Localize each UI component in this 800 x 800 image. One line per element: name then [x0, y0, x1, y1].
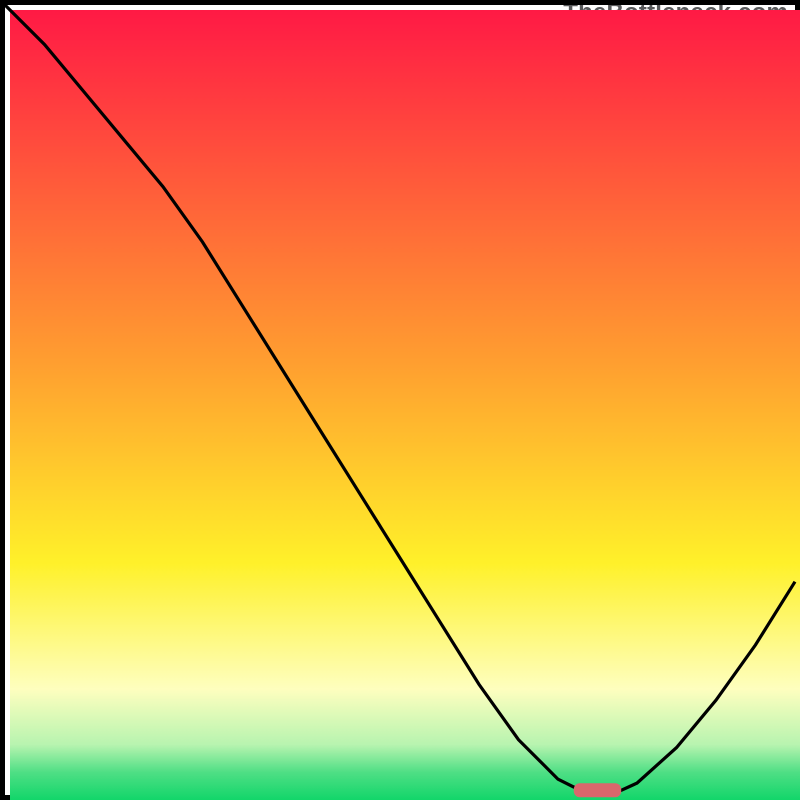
- chart-frame: [0, 0, 800, 800]
- chart-background-gradient: [10, 10, 800, 800]
